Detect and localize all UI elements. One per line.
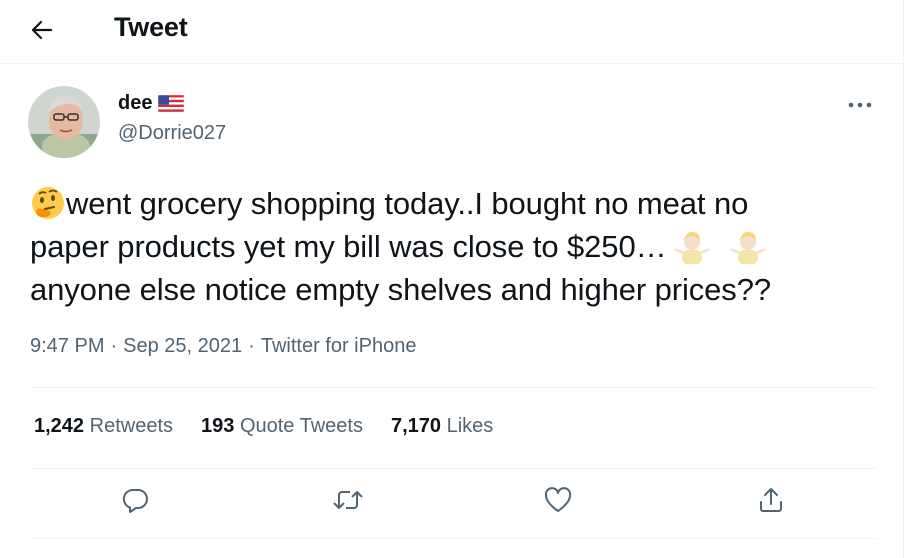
page-header: Tweet [0,0,904,64]
divider [30,387,876,388]
meta-separator: · [110,335,118,357]
author-name[interactable]: dee [118,92,185,115]
author-handle[interactable]: @Dorrie027 [118,122,226,145]
tweet-stats: 1,242 Retweets 193 Quote Tweets 7,170 Li… [34,415,493,438]
tweet-time[interactable]: 9:47 PM [30,335,104,358]
tweet-line-2: paper products yet my bill was close to … [30,229,667,264]
likes-count: 7,170 [390,415,442,437]
retweets-stat[interactable]: 1,242 Retweets [34,415,173,438]
share-button[interactable] [751,480,791,520]
avatar[interactable] [28,86,100,158]
meta-separator: · [248,335,255,357]
quote-tweets-stat[interactable]: 193 Quote Tweets [201,415,363,438]
share-icon [760,488,782,512]
divider [30,468,876,469]
tweet-source-link[interactable]: Twitter for iPhone [261,335,417,358]
retweet-button[interactable] [328,480,368,520]
profile-photo [28,86,100,158]
quote-tweets-label: Quote Tweets [239,415,363,437]
quote-tweets-count: 193 [201,415,235,437]
tweet-page: Tweet dee @Dorrie027 went grocery shoppi… [0,0,904,558]
heart-icon [544,487,572,512]
retweets-count: 1,242 [34,415,85,437]
reply-button[interactable] [115,480,155,520]
tweet-line-3: anyone else notice empty shelves and hig… [30,272,771,307]
person-shrugging-emoji [730,232,766,264]
likes-label: Likes [446,415,494,437]
divider [30,538,876,539]
thinking-face-emoji [32,187,64,219]
us-flag-icon [158,95,185,112]
tweet-line-1: went grocery shopping today..I bought no… [66,186,749,221]
back-button[interactable] [22,10,62,50]
tweet-date[interactable]: Sep 25, 2021 [123,335,242,358]
more-options-button[interactable] [840,90,880,120]
tweet-text: went grocery shopping today..I bought no… [30,182,880,311]
arrow-left-icon [31,20,53,40]
like-button[interactable] [538,480,578,520]
author-name-text: dee [118,92,153,114]
retweets-label: Retweets [89,415,173,437]
tweet-actions [0,480,904,526]
likes-stat[interactable]: 7,170 Likes [391,415,493,438]
tweet-meta: 9:47 PM · Sep 25, 2021 · Twitter for iPh… [30,335,416,358]
more-icon [848,102,872,108]
page-title: Tweet [114,12,188,42]
person-shrugging-emoji [674,232,710,264]
retweet-icon [333,491,363,509]
reply-icon [122,489,148,513]
